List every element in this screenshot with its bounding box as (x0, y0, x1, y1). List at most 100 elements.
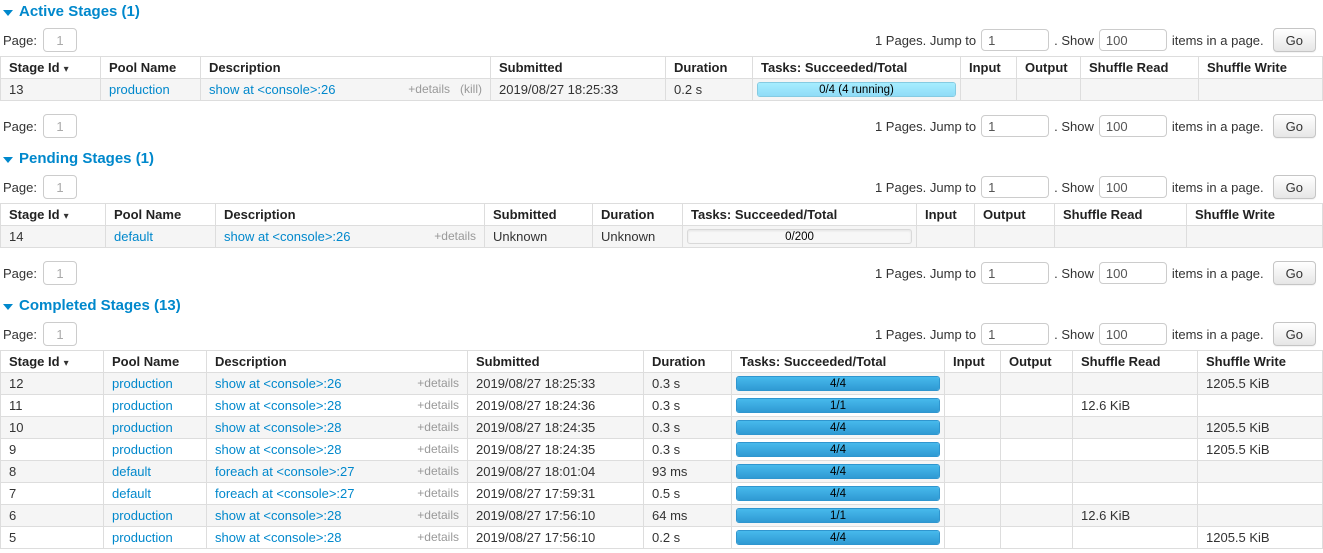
column-header-stage-id[interactable]: Stage Id▾ (1, 57, 101, 79)
pool-link[interactable]: production (112, 376, 173, 391)
pool-link[interactable]: production (112, 530, 173, 545)
column-header-label: Pool Name (112, 354, 179, 369)
section-header-completed-stages[interactable]: Completed Stages (13) (3, 297, 1323, 314)
pool-link[interactable]: production (109, 82, 170, 97)
column-header-label: Stage Id (9, 60, 60, 75)
column-header-duration[interactable]: Duration (666, 57, 753, 79)
page-number-input[interactable] (43, 261, 77, 285)
details-toggle[interactable]: +details (417, 486, 459, 500)
column-header-shuffle-write[interactable]: Shuffle Write (1198, 351, 1323, 373)
jump-to-page-input[interactable] (981, 176, 1049, 198)
details-toggle[interactable]: +details (417, 420, 459, 434)
output-cell (975, 226, 1055, 248)
progress-label: 0/4 (4 running) (758, 83, 955, 97)
description-link[interactable]: show at <console>:28 (215, 442, 341, 457)
completed-stages-section: Completed Stages (13) Page: 1 Pages. Jum… (0, 297, 1323, 549)
column-header-shuffle-read[interactable]: Shuffle Read (1055, 204, 1187, 226)
pool-link[interactable]: default (114, 229, 153, 244)
column-header-description[interactable]: Description (201, 57, 491, 79)
column-header-tasks-succeeded-total[interactable]: Tasks: Succeeded/Total (683, 204, 917, 226)
column-header-pool-name[interactable]: Pool Name (104, 351, 207, 373)
column-header-shuffle-write[interactable]: Shuffle Write (1199, 57, 1323, 79)
page-size-input[interactable] (1099, 323, 1167, 345)
go-button[interactable]: Go (1273, 28, 1316, 52)
kill-link[interactable]: (kill) (460, 82, 482, 96)
page-size-input[interactable] (1099, 29, 1167, 51)
page-number-input[interactable] (43, 114, 77, 138)
pool-link[interactable]: default (112, 486, 151, 501)
description-link[interactable]: show at <console>:26 (209, 82, 335, 97)
column-header-duration[interactable]: Duration (593, 204, 683, 226)
section-header-pending-stages[interactable]: Pending Stages (1) (3, 150, 1323, 167)
column-header-pool-name[interactable]: Pool Name (101, 57, 201, 79)
details-toggle[interactable]: +details (417, 442, 459, 456)
column-header-submitted[interactable]: Submitted (485, 204, 593, 226)
details-toggle[interactable]: +details (417, 508, 459, 522)
go-button[interactable]: Go (1273, 261, 1316, 285)
pool-link[interactable]: production (112, 420, 173, 435)
description-cell: +details show at <console>:28 (207, 527, 468, 549)
description-actions: +details (417, 420, 459, 434)
description-link[interactable]: show at <console>:28 (215, 398, 341, 413)
page-size-input[interactable] (1099, 262, 1167, 284)
page-label: Page: (3, 266, 37, 281)
page-number-input[interactable] (43, 322, 77, 346)
duration-cell: 64 ms (644, 505, 732, 527)
pool-link[interactable]: production (112, 442, 173, 457)
jump-to-page-input[interactable] (981, 115, 1049, 137)
jump-to-page-input[interactable] (981, 29, 1049, 51)
description-link[interactable]: show at <console>:28 (215, 420, 341, 435)
column-header-stage-id[interactable]: Stage Id▾ (1, 351, 104, 373)
description-actions: +details (417, 398, 459, 412)
details-toggle[interactable]: +details (417, 464, 459, 478)
section-header-active-stages[interactable]: Active Stages (1) (3, 3, 1323, 20)
column-header-output[interactable]: Output (1001, 351, 1073, 373)
description-link[interactable]: show at <console>:28 (215, 508, 341, 523)
column-header-output[interactable]: Output (1017, 57, 1081, 79)
column-header-input[interactable]: Input (961, 57, 1017, 79)
go-button[interactable]: Go (1273, 175, 1316, 199)
column-header-input[interactable]: Input (945, 351, 1001, 373)
output-cell (1001, 395, 1073, 417)
go-button[interactable]: Go (1273, 322, 1316, 346)
shuffle-read-cell: 12.6 KiB (1073, 505, 1198, 527)
pool-link[interactable]: default (112, 464, 151, 479)
details-toggle[interactable]: +details (417, 398, 459, 412)
details-toggle[interactable]: +details (434, 229, 476, 243)
pool-link[interactable]: production (112, 398, 173, 413)
column-header-stage-id[interactable]: Stage Id▾ (1, 204, 106, 226)
column-header-output[interactable]: Output (975, 204, 1055, 226)
column-header-submitted[interactable]: Submitted (468, 351, 644, 373)
description-link[interactable]: foreach at <console>:27 (215, 486, 355, 501)
column-header-description[interactable]: Description (216, 204, 485, 226)
description-link[interactable]: show at <console>:28 (215, 530, 341, 545)
column-header-tasks-succeeded-total[interactable]: Tasks: Succeeded/Total (732, 351, 945, 373)
description-link[interactable]: foreach at <console>:27 (215, 464, 355, 479)
go-button[interactable]: Go (1273, 114, 1316, 138)
column-header-tasks-succeeded-total[interactable]: Tasks: Succeeded/Total (753, 57, 961, 79)
description-link[interactable]: show at <console>:26 (215, 376, 341, 391)
column-header-shuffle-write[interactable]: Shuffle Write (1187, 204, 1323, 226)
page-number-input[interactable] (43, 28, 77, 52)
column-header-duration[interactable]: Duration (644, 351, 732, 373)
jump-to-page-input[interactable] (981, 323, 1049, 345)
column-header-shuffle-read[interactable]: Shuffle Read (1073, 351, 1198, 373)
details-toggle[interactable]: +details (408, 82, 450, 96)
pagination-right: 1 Pages. Jump to . Show items in a page.… (875, 28, 1316, 52)
details-toggle[interactable]: +details (417, 530, 459, 544)
page-number-input[interactable] (43, 175, 77, 199)
page-size-input[interactable] (1099, 176, 1167, 198)
progress-label: 4/4 (737, 377, 939, 391)
column-header-pool-name[interactable]: Pool Name (106, 204, 216, 226)
column-header-input[interactable]: Input (917, 204, 975, 226)
jump-to-page-input[interactable] (981, 262, 1049, 284)
stage-id-cell: 13 (1, 79, 101, 101)
column-header-description[interactable]: Description (207, 351, 468, 373)
column-header-shuffle-read[interactable]: Shuffle Read (1081, 57, 1199, 79)
description-link[interactable]: show at <console>:26 (224, 229, 350, 244)
pool-link[interactable]: production (112, 508, 173, 523)
tasks-cell: 0/4 (4 running) (753, 79, 961, 101)
details-toggle[interactable]: +details (417, 376, 459, 390)
page-size-input[interactable] (1099, 115, 1167, 137)
column-header-submitted[interactable]: Submitted (491, 57, 666, 79)
